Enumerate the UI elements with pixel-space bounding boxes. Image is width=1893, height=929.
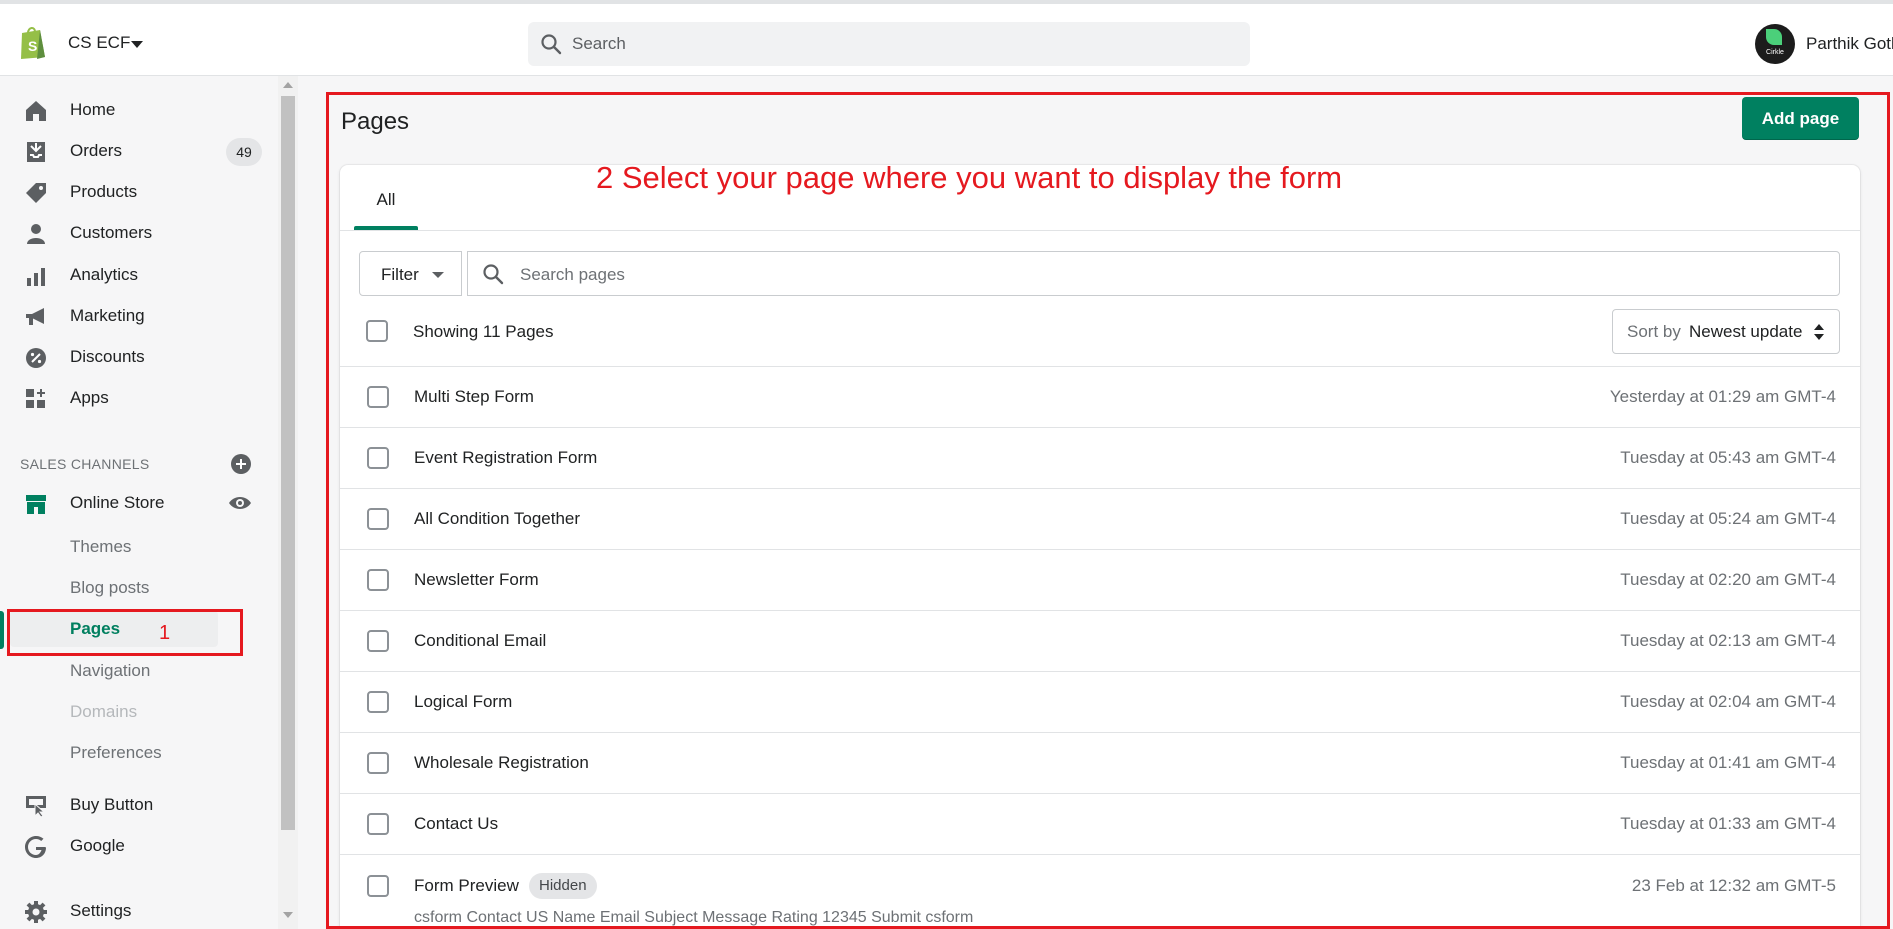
sidebar-item-customers[interactable]: Customers <box>0 214 280 252</box>
sidebar-item-apps[interactable]: Apps <box>0 379 280 417</box>
scroll-down-arrow-icon[interactable] <box>283 912 293 918</box>
sidebar-item-label: Products <box>70 182 138 201</box>
sidebar-subitem-navigation[interactable]: Navigation <box>70 661 150 681</box>
eye-icon[interactable] <box>228 493 252 513</box>
sidebar-item-google[interactable]: Google <box>0 827 280 865</box>
svg-text:S: S <box>28 38 37 54</box>
google-icon <box>25 836 46 858</box>
search-icon <box>541 34 562 55</box>
sidebar-item-marketing[interactable]: Marketing <box>0 297 280 335</box>
scroll-up-arrow-icon[interactable] <box>283 82 293 88</box>
add-channel-icon[interactable] <box>230 453 252 475</box>
annotation-step1-label: 1 <box>159 622 171 644</box>
apps-icon <box>26 389 45 408</box>
home-icon <box>26 101 46 121</box>
orders-count-badge: 49 <box>226 138 262 166</box>
sidebar-item-label: Online Store <box>70 493 165 512</box>
sidebar-item-label: Settings <box>70 901 132 920</box>
buy-button-icon <box>26 796 46 818</box>
person-icon <box>27 224 45 244</box>
sidebar-subitem-preferences[interactable]: Preferences <box>70 743 162 763</box>
sidebar-subitem-domains[interactable]: Domains <box>70 702 137 722</box>
annotation-box-step1 <box>7 609 243 656</box>
sidebar-subitem-themes[interactable]: Themes <box>70 537 131 557</box>
sidebar-scrollbar[interactable] <box>278 76 298 929</box>
bar-chart-icon <box>27 268 45 286</box>
search-placeholder: Search <box>572 34 626 53</box>
sidebar-item-products[interactable]: Products <box>0 173 280 211</box>
sidebar-item-label: Discounts <box>70 347 145 366</box>
avatar-text: Cirkle <box>1766 49 1784 56</box>
scroll-thumb[interactable] <box>281 96 295 830</box>
sidebar-item-label: Apps <box>70 388 109 407</box>
orders-icon <box>27 142 45 162</box>
sidebar-item-label: Buy Button <box>70 795 154 814</box>
megaphone-icon <box>26 308 44 325</box>
sidebar-item-home[interactable]: Home <box>0 91 280 129</box>
sales-channels-heading: SALES CHANNELS <box>20 456 150 472</box>
sidebar-subitem-blog-posts[interactable]: Blog posts <box>70 578 149 598</box>
sidebar-item-settings[interactable]: Settings <box>0 892 280 929</box>
gear-icon <box>25 901 47 923</box>
sidebar-item-buy-button[interactable]: Buy Button <box>0 786 280 824</box>
leaf-icon <box>1766 29 1782 45</box>
tag-icon <box>26 183 46 203</box>
sidebar-item-label: Home <box>70 100 116 119</box>
discount-icon <box>26 348 46 368</box>
global-search-input[interactable]: Search <box>528 22 1250 66</box>
store-name[interactable]: CS ECF <box>68 33 130 53</box>
sidebar-item-discounts[interactable]: Discounts <box>0 338 280 376</box>
active-indicator <box>0 611 4 649</box>
sidebar-item-analytics[interactable]: Analytics <box>0 256 280 294</box>
user-name[interactable]: Parthik Gothi <box>1806 34 1893 54</box>
annotation-step2-label: 2 Select your page where you want to dis… <box>596 160 1343 195</box>
chevron-down-icon[interactable] <box>131 41 143 48</box>
avatar[interactable]: Cirkle <box>1755 24 1795 64</box>
store-icon <box>26 495 46 514</box>
sidebar-item-label: Customers <box>70 223 153 242</box>
sidebar-item-label: Analytics <box>70 265 139 284</box>
sidebar-item-label: Orders <box>70 141 122 160</box>
sidebar-item-label: Marketing <box>70 306 145 325</box>
sidebar-item-label: Google <box>70 836 125 855</box>
shopify-logo-icon[interactable]: S <box>18 24 48 60</box>
sidebar-item-orders[interactable]: Orders 49 <box>0 132 280 170</box>
top-bar: S CS ECF Search Cirkle Parthik Gothi <box>0 0 1893 76</box>
annotation-box-step2 <box>326 92 1890 929</box>
